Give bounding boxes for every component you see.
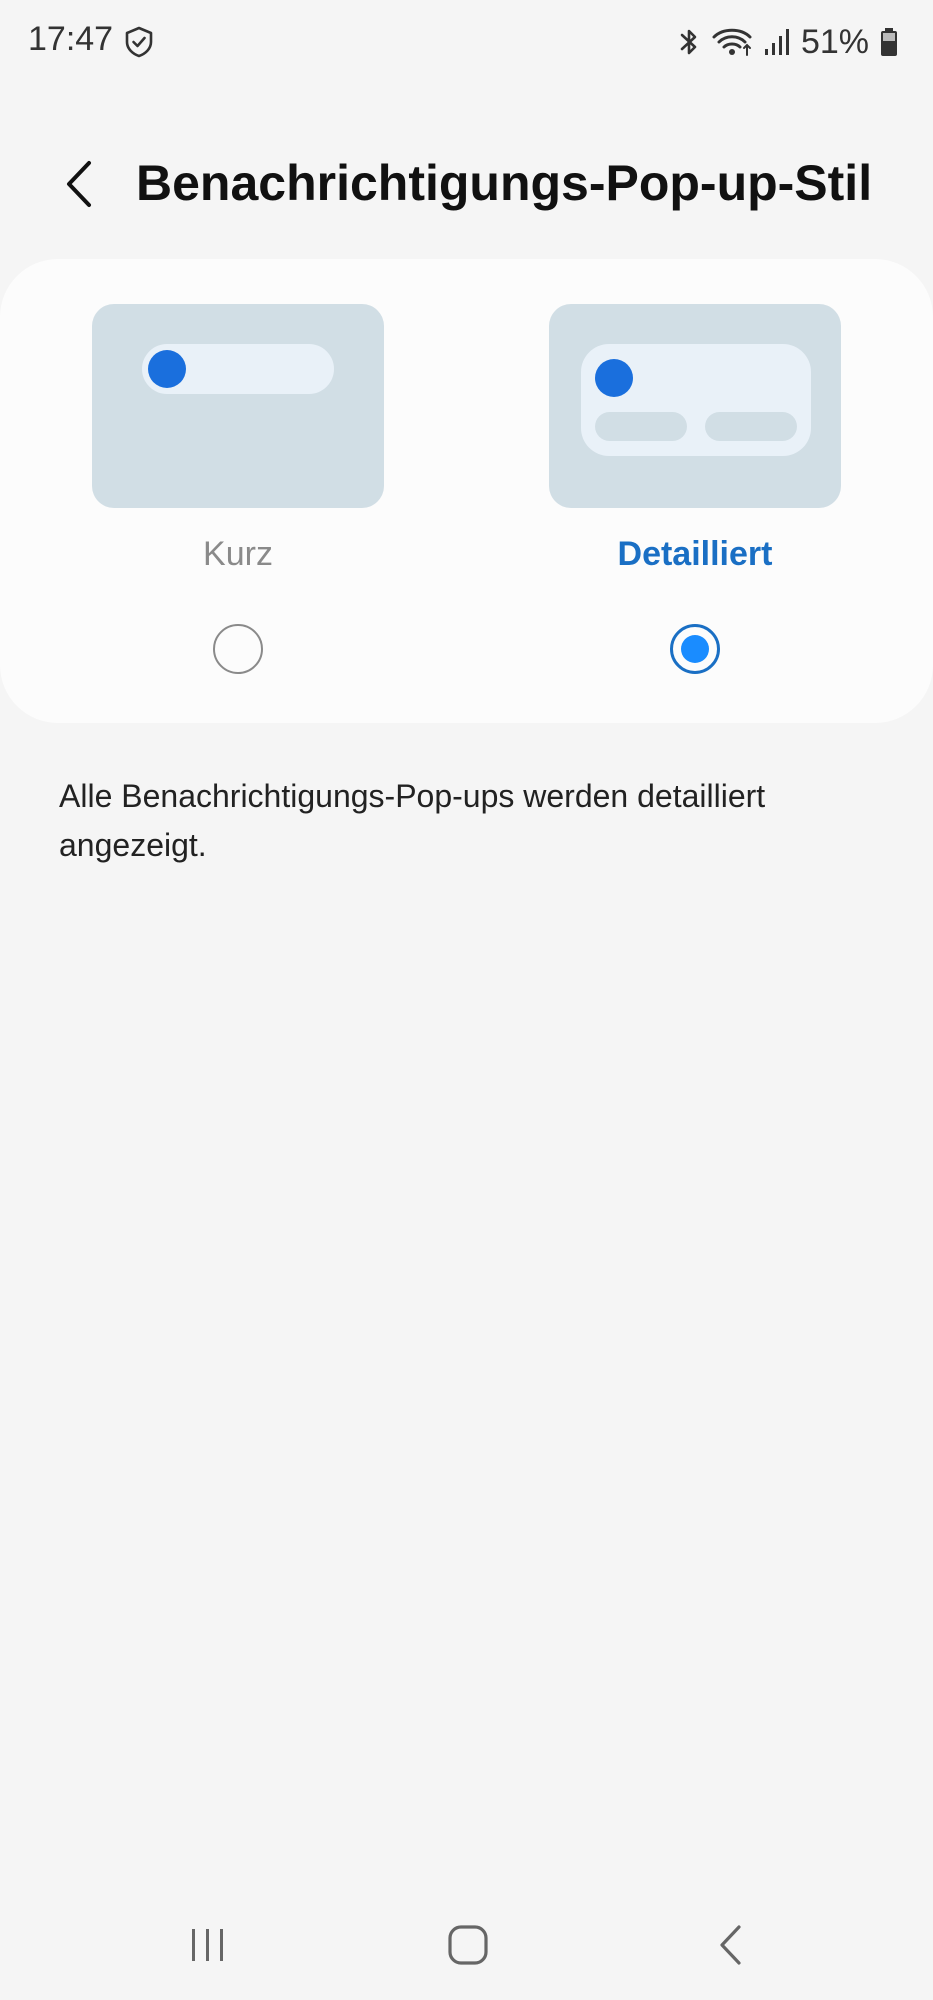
status-icons: 51% <box>677 22 899 62</box>
style-selection-card: Kurz Detailliert <box>0 259 933 723</box>
system-back-button[interactable] <box>690 1908 770 1982</box>
status-time: 17:47 <box>28 20 114 58</box>
description-text: Alle Benachrichtigungs-Pop-ups werden de… <box>59 778 766 863</box>
chevron-left-icon <box>67 161 91 207</box>
option-short[interactable]: Kurz <box>92 304 384 674</box>
navigation-bar <box>0 1890 933 2000</box>
back-button[interactable] <box>48 152 108 216</box>
detailed-preview-box <box>581 344 811 456</box>
page-title: Benachrichtigungs-Pop-up-Stil <box>136 155 873 211</box>
battery-percent: 51% <box>800 22 869 61</box>
recents-icon <box>192 1929 223 1961</box>
option-detailed-label: Detailliert <box>617 535 773 573</box>
radio-detailed[interactable] <box>670 624 720 674</box>
preview-dot <box>595 359 633 397</box>
radio-short[interactable] <box>213 624 263 674</box>
option-detailed[interactable]: Detailliert <box>549 304 841 674</box>
option-short-label: Kurz <box>203 535 273 573</box>
shield-check-icon <box>125 26 153 58</box>
preview-dot <box>148 350 186 388</box>
battery-icon <box>881 28 897 56</box>
short-preview-image[interactable] <box>92 304 384 508</box>
status-bar: 17:47 51% <box>0 0 933 84</box>
bluetooth-icon <box>680 29 697 55</box>
detailed-preview-image[interactable] <box>549 304 841 508</box>
preview-action-bar <box>595 412 687 441</box>
wifi-icon <box>712 28 752 56</box>
short-preview-pill <box>142 344 334 394</box>
app-bar: Benachrichtigungs-Pop-up-Stil <box>0 140 933 230</box>
home-button[interactable] <box>428 1908 508 1982</box>
back-icon <box>720 1925 741 1965</box>
preview-action-bar <box>705 412 797 441</box>
home-icon <box>448 1925 488 1965</box>
radio-selected-dot <box>681 635 709 663</box>
recents-button[interactable] <box>168 1908 248 1982</box>
signal-icon <box>764 29 789 55</box>
